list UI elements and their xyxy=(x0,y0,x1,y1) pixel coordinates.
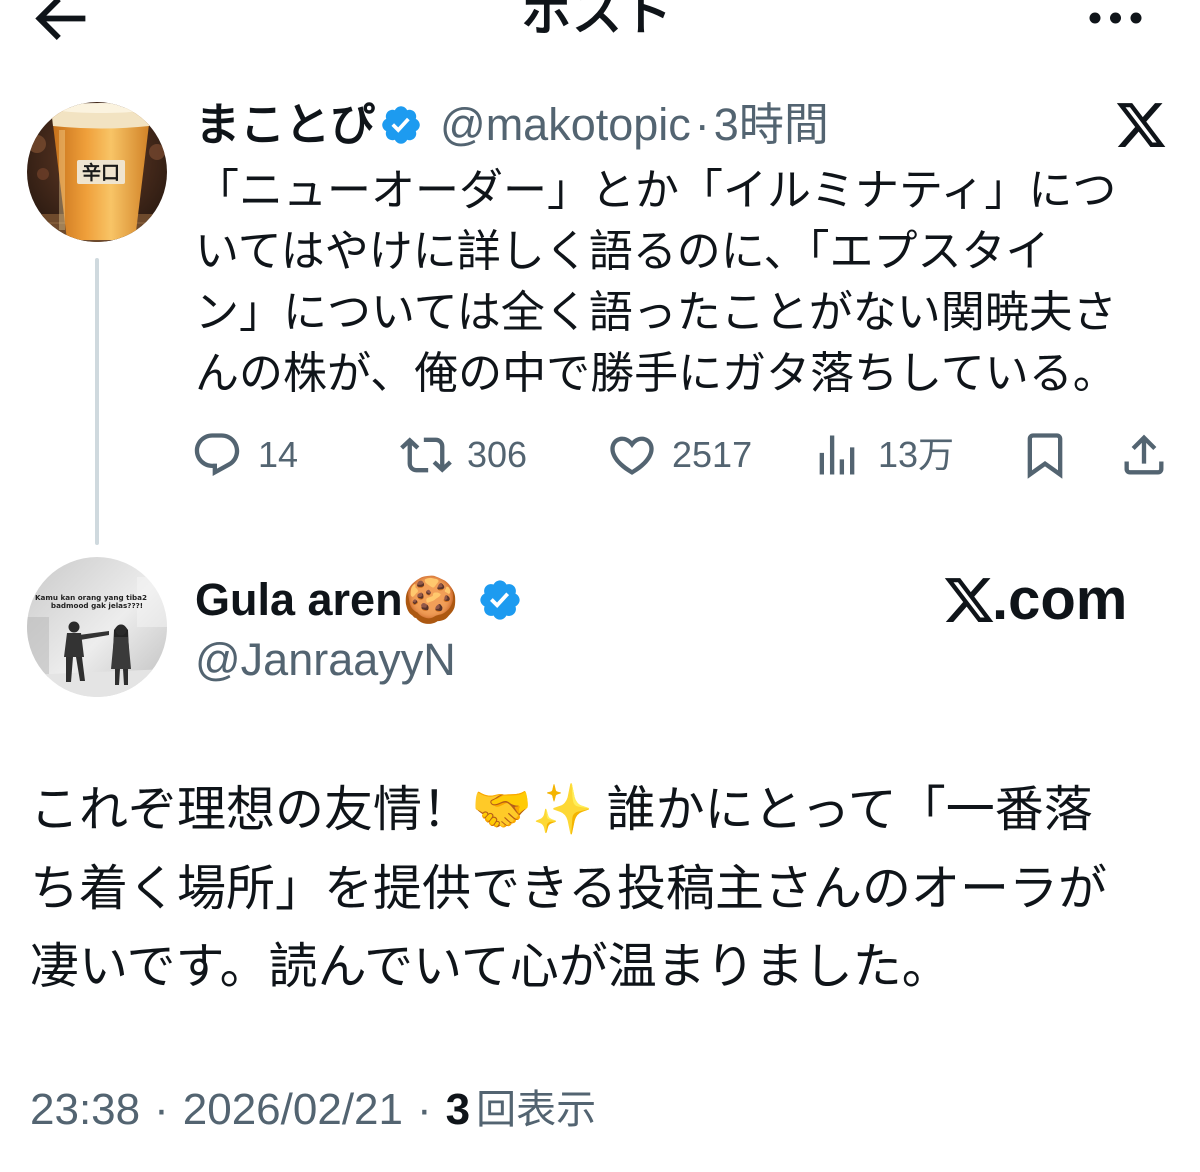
parent-author-row: まことぴ @makotopic · 3時間 xyxy=(195,100,829,150)
verified-badge-icon xyxy=(382,106,420,144)
reply-author-row: Gula aren🍪 xyxy=(195,575,523,625)
post-views-label: 回表示 xyxy=(476,1088,597,1132)
thread-connector-line xyxy=(95,258,99,545)
brand-domain-suffix: .com xyxy=(992,567,1128,632)
x-logo-icon xyxy=(944,578,994,622)
heart-icon xyxy=(610,436,654,475)
parent-post-text-line: ン」については全く語ったことがない関暁夫さ xyxy=(195,288,1117,337)
like-count: 2517 xyxy=(672,434,753,475)
reply-author-name[interactable]: Gula aren🍪 xyxy=(195,575,459,625)
reply-post-text: これぞ理想の友情！🤝✨ 誰かにとって「一番落 ち着く場所」を提供できる投稿主さん… xyxy=(30,771,1180,1007)
reply-post-text-line: 凄いです。読んでいて心が温まりました。 xyxy=(30,940,951,994)
share-button[interactable] xyxy=(1118,429,1170,481)
parent-author-avatar[interactable]: 辛口 xyxy=(27,102,167,242)
bookmark-button[interactable] xyxy=(1019,429,1071,481)
share-icon xyxy=(1124,434,1164,475)
bookmark-icon xyxy=(1027,433,1063,479)
meta-separator: · xyxy=(416,1085,432,1134)
parent-post-time[interactable]: 3時間 xyxy=(714,100,829,150)
views-count: 13万 xyxy=(878,434,955,475)
post-date[interactable]: 2026/02/21 xyxy=(183,1085,403,1135)
parent-post-text-line: いてはやけに詳しく語るのに、「エプスタイ xyxy=(195,227,1050,276)
post-time[interactable]: 23:38 xyxy=(30,1085,140,1135)
reply-count: 14 xyxy=(258,434,299,475)
handle-time-separator: · xyxy=(694,99,710,150)
page-title: ポスト xyxy=(522,0,672,41)
parent-author-name[interactable]: まことぴ xyxy=(195,100,375,150)
views-chart-icon xyxy=(819,435,855,475)
x-logo-icon xyxy=(1116,103,1166,147)
meme-photo: Kamu kan orang yang tiba2 badmood gak je… xyxy=(27,557,167,697)
repost-icon xyxy=(400,437,452,473)
repost-count: 306 xyxy=(467,434,528,475)
views-button[interactable]: 13万 xyxy=(811,429,954,481)
reply-button[interactable]: 14 xyxy=(191,429,298,481)
verified-badge-icon xyxy=(479,580,520,620)
beer-photo: 辛口 xyxy=(27,102,167,242)
post-views-count: 3 xyxy=(445,1085,471,1134)
repost-button[interactable]: 306 xyxy=(400,429,527,481)
reply-author-avatar[interactable]: Kamu kan orang yang tiba2 badmood gak je… xyxy=(27,557,167,697)
avatar-caption-line: badmood gak jelas???! xyxy=(51,601,143,610)
parent-author-handle[interactable]: @makotopic xyxy=(440,100,691,150)
reply-author-handle[interactable]: @JanraayyN xyxy=(195,635,456,685)
meta-separator: · xyxy=(154,1085,169,1134)
reply-post-text-line: ち着く場所」を提供できる投稿主さんのオーラが xyxy=(30,861,1108,916)
reply-icon xyxy=(194,433,240,477)
parent-post-text-line: 「ニューオーダー」とか「イルミナティ」につ xyxy=(195,166,1117,215)
parent-post-text: 「ニューオーダー」とか「イルミナティ」につ いてはやけに詳しく語るのに、「エプス… xyxy=(195,160,1185,404)
like-button[interactable]: 2517 xyxy=(606,429,752,481)
reply-post-text-line: これぞ理想の友情！🤝✨ 誰かにとって「一番落 xyxy=(30,783,1093,837)
more-horizontal-icon[interactable] xyxy=(1084,6,1148,30)
glass-label-text: 辛口 xyxy=(82,161,120,184)
post-meta: 23:38 · 2026/02/21 · 3 回表示 xyxy=(30,1085,596,1135)
parent-post-text-line: んの株が、俺の中で勝手にガタ落ちしている。 xyxy=(195,349,1117,398)
